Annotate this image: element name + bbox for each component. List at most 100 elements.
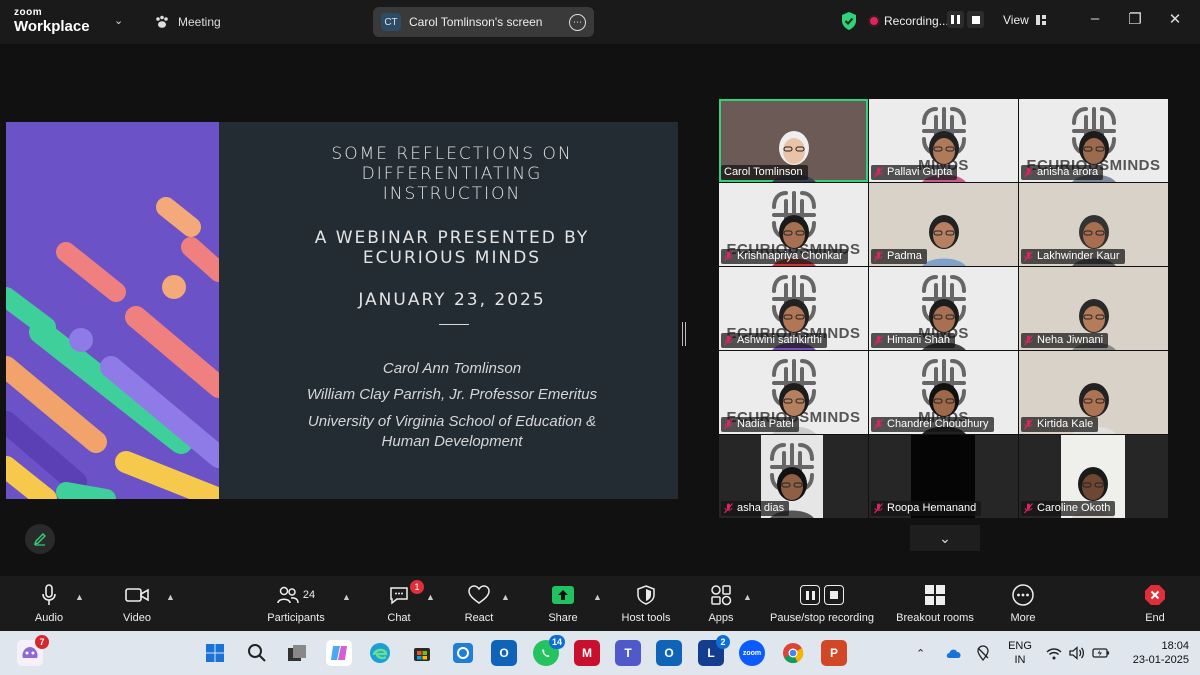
- participant-name: Neha Jiwnani: [1037, 334, 1104, 346]
- pause-recording-button[interactable]: [947, 11, 964, 28]
- store-app-icon[interactable]: [409, 640, 435, 666]
- outlook-app-icon[interactable]: O: [491, 640, 517, 666]
- meeting-menu[interactable]: Meeting: [154, 14, 221, 30]
- participants-button[interactable]: 24 Participants: [262, 582, 330, 624]
- outlook-new-app-icon[interactable]: O: [656, 640, 682, 666]
- muted-microphone-icon: [724, 419, 733, 430]
- language-code: ENG: [1008, 640, 1032, 652]
- l-app-letter: L: [707, 646, 715, 660]
- audio-options-caret-icon[interactable]: ▲: [75, 592, 84, 602]
- more-button[interactable]: More: [1003, 582, 1043, 624]
- participant-tile[interactable]: Kirtida Kale: [1019, 351, 1168, 434]
- end-meeting-button[interactable]: End: [1137, 582, 1173, 624]
- chat-options-caret-icon[interactable]: ▲: [426, 592, 435, 602]
- chevron-up-icon: ⌃: [916, 647, 926, 660]
- logo-line1: zoom: [14, 7, 43, 18]
- participant-tile[interactable]: ECURIOUSMINDS anisha arora: [1019, 99, 1168, 182]
- audio-button[interactable]: Audio: [30, 582, 68, 624]
- pause-recording-icon: [800, 585, 820, 605]
- participant-tile[interactable]: Lakhwinder Kaur: [1019, 183, 1168, 266]
- apps-options-caret-icon[interactable]: ▲: [743, 592, 752, 602]
- share-button[interactable]: Share: [544, 582, 582, 624]
- powerpoint-app-icon[interactable]: P: [821, 640, 847, 666]
- slide-presenter-role: William Clay Parrish, Jr. Professor Emer…: [306, 386, 598, 403]
- host-tools-label: Host tools: [621, 612, 671, 624]
- blue-circle-icon: [453, 643, 473, 663]
- breakout-rooms-button[interactable]: Breakout rooms: [890, 582, 980, 624]
- circle-app-icon[interactable]: [450, 640, 476, 666]
- wifi-icon[interactable]: [1046, 631, 1062, 675]
- pause-stop-recording-button[interactable]: Pause/stop recording: [765, 582, 879, 624]
- zoom-app-icon[interactable]: zoom: [739, 640, 765, 666]
- mcafee-app-icon[interactable]: M: [574, 640, 600, 666]
- task-view-button[interactable]: [284, 640, 310, 666]
- onedrive-icon[interactable]: [945, 631, 963, 675]
- share-options-caret-icon[interactable]: ▲: [593, 592, 602, 602]
- windows-taskbar: 7 O 14 M T O L 2 zoom P ⌃ ENG IN 18:04 2…: [0, 631, 1200, 675]
- view-menu[interactable]: View: [1003, 13, 1047, 27]
- gallery-next-page-button[interactable]: ⌄: [910, 525, 980, 551]
- language-indicator[interactable]: ENG IN: [1006, 639, 1034, 667]
- muted-microphone-icon: [1024, 503, 1033, 514]
- copilot-taskbar-icon[interactable]: [326, 640, 352, 666]
- slide-date: JANUARY 23, 2025: [358, 290, 546, 310]
- participant-tile[interactable]: MINDS Pallavi Gupta: [869, 99, 1018, 182]
- shared-screen-indicator[interactable]: CT Carol Tomlinson's screen ⋯: [373, 7, 594, 37]
- participant-tile[interactable]: MINDS Himani Shah: [869, 267, 1018, 350]
- annotate-button[interactable]: [25, 524, 55, 554]
- participant-tile[interactable]: ECURIOUSMINDS Nadia Patel: [719, 351, 868, 434]
- video-options-caret-icon[interactable]: ▲: [166, 592, 175, 602]
- edge-browser-icon[interactable]: [367, 640, 393, 666]
- chevron-down-icon[interactable]: ⌄: [114, 14, 123, 27]
- recording-indicator: Recording...: [870, 14, 949, 28]
- clock-time: 18:04: [1161, 640, 1189, 652]
- react-options-caret-icon[interactable]: ▲: [501, 592, 510, 602]
- participant-tile[interactable]: Neha Jiwnani: [1019, 267, 1168, 350]
- volume-icon[interactable]: [1069, 631, 1085, 675]
- edge-icon: [370, 643, 390, 663]
- participant-tile[interactable]: Caroline Okoth: [1019, 435, 1168, 518]
- teams-app-icon[interactable]: T: [615, 640, 641, 666]
- security-shield-icon[interactable]: [841, 11, 857, 31]
- participant-tile[interactable]: Carol Tomlinson: [719, 99, 868, 182]
- apps-button[interactable]: Apps: [702, 582, 740, 624]
- participant-tile[interactable]: ECURIOUSMINDS Ashwini sathkirthi: [719, 267, 868, 350]
- location-icon[interactable]: [975, 631, 991, 675]
- participant-tile[interactable]: asha dias: [719, 435, 868, 518]
- copilot-app-icon[interactable]: 7: [17, 635, 49, 666]
- participant-name: Chandrei Choudhury: [887, 418, 989, 430]
- end-label: End: [1145, 612, 1165, 624]
- split-resize-handle[interactable]: [682, 322, 686, 346]
- search-button[interactable]: [244, 640, 270, 666]
- participant-tile[interactable]: MINDS Chandrei Choudhury: [869, 351, 1018, 434]
- stop-recording-button[interactable]: [967, 11, 984, 28]
- participant-tile[interactable]: Padma: [869, 183, 1018, 266]
- chrome-app-icon[interactable]: [780, 640, 806, 666]
- react-button[interactable]: React: [460, 582, 498, 624]
- participant-name: Himani Shah: [887, 334, 950, 346]
- participant-name-tag: Ashwini sathkirthi: [721, 333, 827, 348]
- participants-options-caret-icon[interactable]: ▲: [342, 592, 351, 602]
- restore-icon[interactable]: ❐: [1125, 10, 1145, 28]
- shared-slide: SOME REFLECTIONS ON DIFFERENTIATING INST…: [6, 122, 678, 499]
- video-button[interactable]: Video: [118, 582, 156, 624]
- more-options-icon[interactable]: ⋯: [569, 13, 586, 31]
- audio-label: Audio: [34, 612, 64, 624]
- chat-button[interactable]: 1 Chat: [380, 580, 424, 624]
- close-icon[interactable]: ✕: [1165, 10, 1185, 28]
- battery-icon[interactable]: [1092, 631, 1110, 675]
- mcafee-shield-icon: M: [582, 646, 592, 660]
- participant-name: asha dias: [737, 502, 785, 514]
- whatsapp-app-icon[interactable]: 14: [533, 635, 565, 666]
- participant-tile[interactable]: ECURIOUSMINDS Krishnapriya Chonkar: [719, 183, 868, 266]
- show-hidden-icons-button[interactable]: ⌃: [916, 631, 925, 675]
- minimize-icon[interactable]: –: [1085, 10, 1105, 27]
- start-button[interactable]: [202, 640, 228, 666]
- system-clock[interactable]: 18:04 23-01-2025: [1117, 639, 1189, 667]
- participant-tile[interactable]: Roopa Hemanand: [869, 435, 1018, 518]
- host-tools-button[interactable]: Host tools: [616, 582, 676, 624]
- l-app-icon[interactable]: L 2: [698, 635, 730, 666]
- video-camera-icon: [125, 588, 149, 602]
- chat-unread-badge: 1: [410, 580, 424, 594]
- participant-name: Roopa Hemanand: [887, 502, 977, 514]
